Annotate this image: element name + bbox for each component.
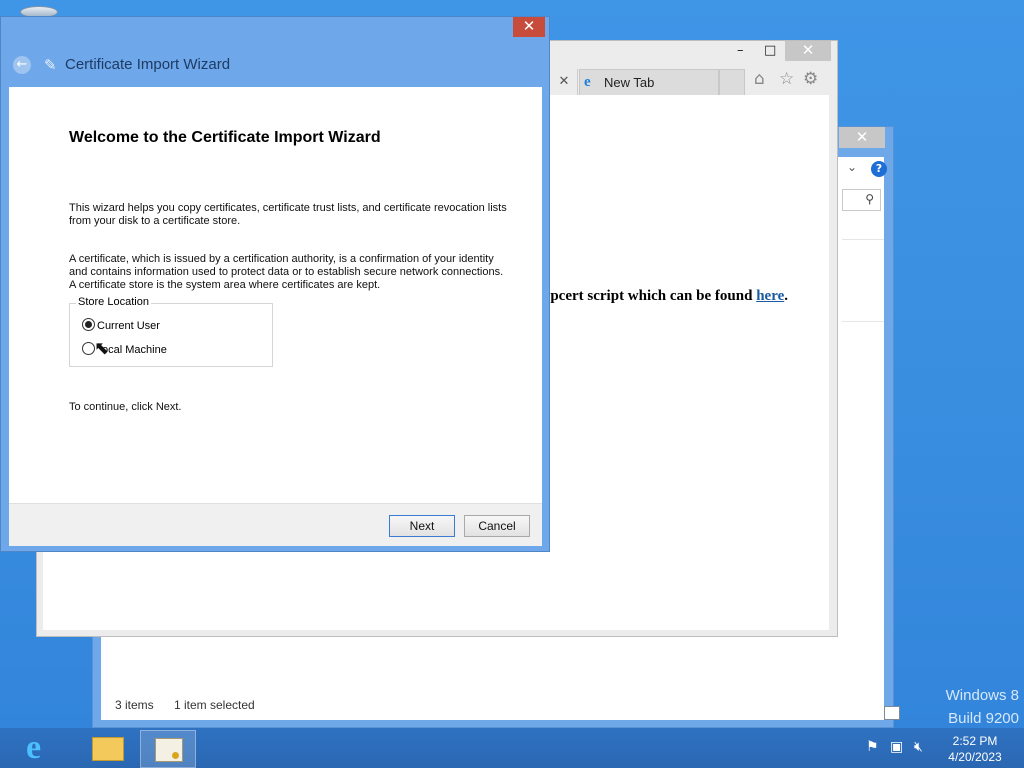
wizard-title: Certificate Import Wizard [65,56,231,73]
taskbar-file-explorer[interactable] [80,730,134,766]
back-arrow-icon[interactable]: ← [13,56,31,74]
minimize-button[interactable]: – [737,43,744,58]
ie-logo-icon: e [584,74,591,90]
intro-paragraph: This wizard helps you copy certificates,… [69,202,507,227]
help-icon[interactable]: ? [871,161,887,177]
network-icon[interactable]: ▣ [890,739,903,755]
cancel-button[interactable]: Cancel [464,515,530,537]
large-icons-view-icon[interactable] [884,706,900,720]
radio-current-user[interactable]: Current User [82,318,160,332]
desktop: ✕ ⌄ ? ⚲ 3 items 1 item selected – □ ✕ ✕ … [0,0,1024,728]
folder-icon [92,737,124,761]
next-button[interactable]: Next [389,515,455,537]
taskbar-internet-explorer[interactable]: e [16,729,70,766]
favorites-star-icon[interactable]: ☆ [779,69,794,89]
store-location-legend: Store Location [76,296,151,308]
chevron-down-icon[interactable]: ⌄ [847,160,857,174]
selected-count: 1 item selected [174,698,255,712]
ie-close-button[interactable]: ✕ [785,41,831,61]
tab-new-tab[interactable]: e New Tab [579,69,719,97]
divider [842,239,884,240]
maximize-button[interactable]: □ [764,43,776,58]
taskbar-certificate-wizard[interactable] [140,730,196,768]
divider [842,321,884,322]
page-text: upcert script which can be found here. [542,288,788,304]
search-box[interactable]: ⚲ [842,189,881,211]
continue-text: To continue, click Next. [69,401,182,413]
search-icon: ⚲ [865,192,874,206]
action-center-flag-icon[interactable]: ⚑ [866,739,879,755]
wizard-footer: Next Cancel [9,503,542,546]
system-clock[interactable]: 2:52 PM 4/20/2023 [944,733,1006,765]
tab-label: New Tab [604,75,655,90]
here-link[interactable]: here [756,288,784,304]
radio-button-selected[interactable] [82,318,95,331]
ie-logo-icon: e [26,729,42,766]
status-bar: 3 items 1 item selected [101,688,900,720]
page-heading: Welcome to the Certificate Import Wizard [69,129,381,146]
clock-time: 2:52 PM [952,734,998,748]
mouse-cursor-icon: ⬉ [94,338,110,359]
gear-icon[interactable]: ⚙ [803,69,818,89]
taskbar: e ⚑ ▣ 🔇︎ 2:52 PM 4/20/2023 [0,728,1024,768]
explorer-close-button[interactable]: ✕ [839,127,885,148]
certificate-icon: ✎ [44,56,57,74]
tab-close-button[interactable]: ✕ [551,69,578,95]
new-tab-button[interactable] [719,69,745,97]
volume-muted-icon[interactable]: 🔇︎ [914,739,923,755]
certificate-icon [155,738,183,762]
home-icon[interactable]: ⌂ [754,69,765,89]
wizard-close-button[interactable]: ✕ [513,17,545,37]
wizard-body: Welcome to the Certificate Import Wizard… [9,87,542,503]
certificate-import-wizard: ✕ ← ✎ Certificate Import Wizard Welcome … [0,16,550,552]
windows-build-watermark: Windows 8 Build 9200 [945,687,1019,727]
description-paragraph: A certificate, which is issued by a cert… [69,253,504,291]
item-count: 3 items [115,698,154,712]
clock-date: 4/20/2023 [948,750,1002,764]
